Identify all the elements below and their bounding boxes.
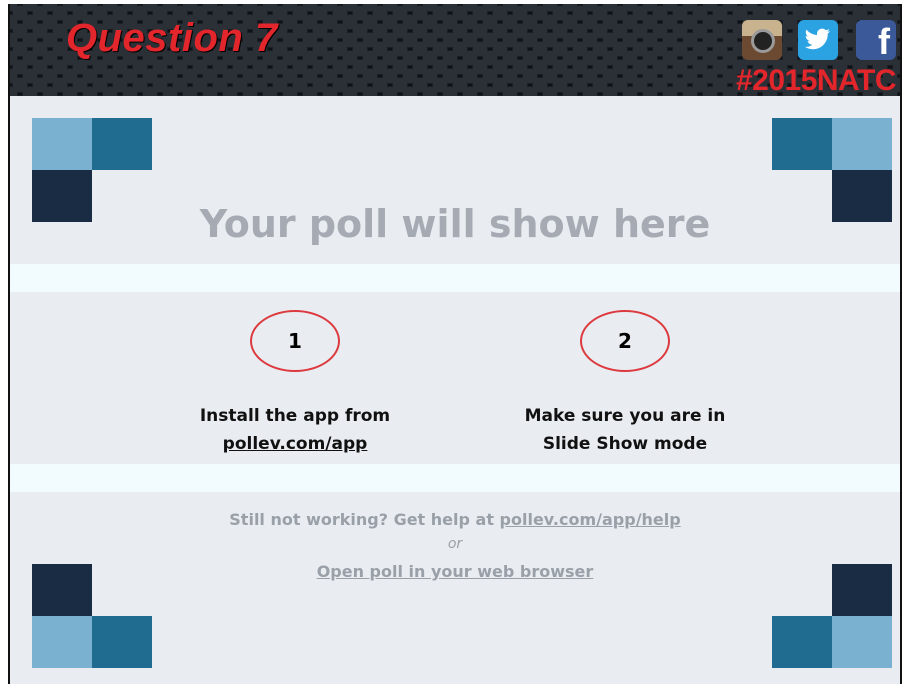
corner-tile (772, 616, 832, 668)
corner-tile (832, 616, 892, 668)
step-line: Slide Show mode (542, 434, 708, 454)
slide-header: Question 7 f #2015NATC (10, 4, 900, 97)
question-title: Question 7 (66, 16, 278, 60)
event-hashtag: #2015NATC (735, 64, 897, 97)
corner-tile (832, 118, 892, 170)
facebook-icon[interactable]: f (856, 20, 896, 62)
twitter-icon[interactable] (798, 20, 838, 60)
corner-tile (772, 118, 832, 170)
step-text: Install the app from pollev.com/app (145, 402, 445, 458)
app-link[interactable]: pollev.com/app (145, 430, 445, 458)
divider-band (10, 264, 900, 292)
instagram-icon[interactable] (742, 20, 782, 60)
help-prefix: Still not working? Get help at (229, 510, 500, 529)
step-line: Make sure you are in (524, 406, 726, 426)
step-1: 1 Install the app from pollev.com/app (145, 310, 445, 458)
corner-tile (92, 616, 152, 668)
step-2: 2 Make sure you are in Slide Show mode (475, 310, 775, 458)
browser-link-row: Open poll in your web browser (10, 562, 900, 581)
step-number-badge: 2 (580, 310, 670, 372)
step-text: Make sure you are in Slide Show mode (475, 402, 775, 458)
help-text: Still not working? Get help at pollev.co… (10, 510, 900, 529)
divider-band (10, 464, 900, 492)
corner-tile (92, 118, 152, 170)
poll-placeholder-title: Your poll will show here (199, 202, 711, 246)
corner-tile (32, 616, 92, 668)
step-number-badge: 1 (250, 310, 340, 372)
or-separator: or (447, 536, 463, 552)
step-line: Install the app from (199, 406, 391, 426)
help-link[interactable]: pollev.com/app/help (500, 510, 681, 529)
open-in-browser-link[interactable]: Open poll in your web browser (317, 562, 594, 581)
slide: Question 7 f #2015NATC Your poll will sh… (8, 4, 902, 684)
corner-tile (32, 118, 92, 170)
